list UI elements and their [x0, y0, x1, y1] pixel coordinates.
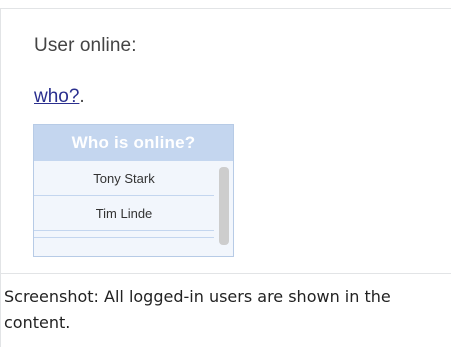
- who-is-online-widget: Who is online? Tony Stark Tim Linde: [33, 124, 234, 257]
- user-row-tony-stark[interactable]: Tony Stark: [34, 161, 214, 196]
- link-suffix: .: [79, 86, 85, 107]
- user-online-label: User online:: [34, 35, 137, 56]
- caption-divider: [1, 273, 451, 274]
- who-link[interactable]: who?: [34, 86, 79, 107]
- user-list: Tony Stark Tim Linde: [34, 161, 233, 245]
- widget-header: Who is online?: [34, 125, 233, 161]
- list-scrollbar[interactable]: [219, 167, 229, 245]
- screenshot-caption: Screenshot: All logged-in users are show…: [4, 287, 391, 332]
- user-row-tim-linde[interactable]: Tim Linde: [34, 196, 214, 231]
- page-content: User online: who?. Who is online? Tony S…: [1, 9, 451, 273]
- list-divider: [34, 237, 214, 238]
- who-link-line: who?.: [34, 86, 85, 108]
